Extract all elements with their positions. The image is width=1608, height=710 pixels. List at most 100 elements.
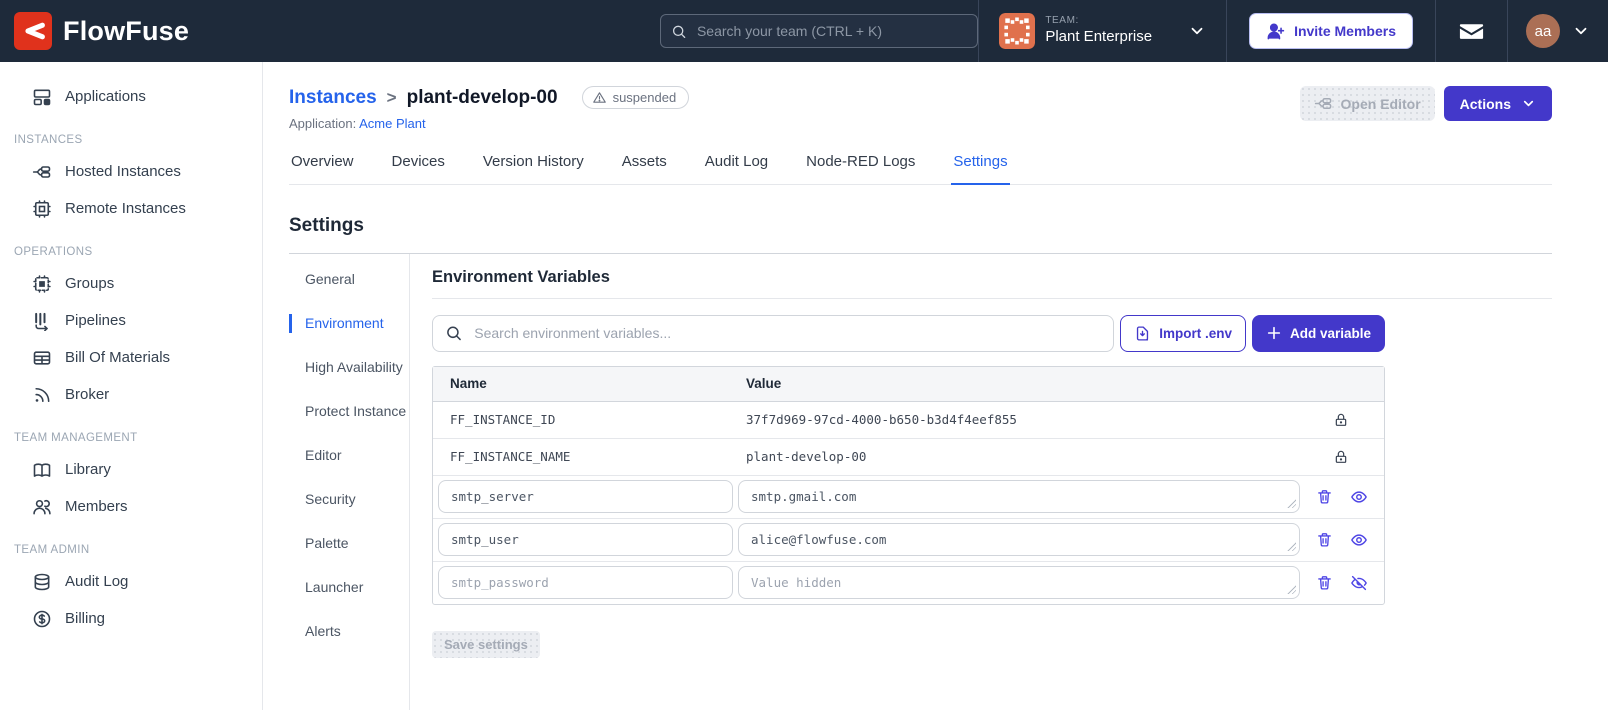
- env-var-value-input[interactable]: [738, 523, 1300, 556]
- eye-icon: [1351, 490, 1368, 503]
- locked-indicator: [1298, 412, 1384, 428]
- settings-body: General Environment High Availability Pr…: [289, 253, 1552, 710]
- actions-button[interactable]: Actions: [1443, 86, 1552, 121]
- open-editor-button[interactable]: Open Editor: [1299, 86, 1435, 121]
- breadcrumb: Instances > plant-develop-00 suspended: [289, 86, 690, 109]
- team-avatar: [999, 13, 1036, 49]
- audit-log-icon: [34, 573, 50, 590]
- invite-members-button[interactable]: Invite Members: [1249, 13, 1413, 49]
- env-var-name-input[interactable]: [438, 480, 733, 513]
- sidebar-item-hosted-instances[interactable]: Hosted Instances: [0, 153, 262, 190]
- env-var-value: plant-develop-00: [746, 449, 867, 464]
- page-head: Instances > plant-develop-00 suspended A…: [289, 86, 1552, 131]
- env-var-value-input[interactable]: [738, 480, 1300, 513]
- sidebar-section-header: INSTANCES: [14, 134, 83, 146]
- settings-nav-alerts[interactable]: Alerts: [289, 622, 409, 641]
- open-editor-icon: [1314, 97, 1331, 110]
- user-menu[interactable]: aa: [1508, 0, 1608, 62]
- sidebar-item-library[interactable]: Library: [0, 451, 262, 488]
- save-settings-button[interactable]: Save settings: [432, 630, 540, 658]
- sidebar-item-audit-log[interactable]: Audit Log: [0, 563, 262, 600]
- team-name: Plant Enterprise: [1045, 27, 1153, 45]
- tab-node-red-logs[interactable]: Node-RED Logs: [804, 153, 917, 184]
- env-variables-table: Name Value FF_INSTANCE_ID 37f7d969-97cd-…: [432, 365, 1385, 605]
- broker-icon: [35, 387, 50, 402]
- breadcrumb-separator: >: [386, 87, 397, 107]
- invite-section: Invite Members: [1227, 0, 1435, 62]
- sidebar-item-bill-of-materials[interactable]: Bill Of Materials: [0, 339, 262, 376]
- import-env-button[interactable]: Import .env: [1120, 314, 1246, 352]
- env-var-value-field: [738, 566, 1300, 599]
- sidebar-item-label: Pipelines: [65, 312, 126, 329]
- tab-overview[interactable]: Overview: [289, 153, 356, 184]
- navbar-right: TEAM: Plant Enterprise Invite Members aa: [978, 0, 1608, 62]
- sidebar-item-remote-instances[interactable]: Remote Instances: [0, 190, 262, 227]
- tab-devices[interactable]: Devices: [390, 153, 447, 184]
- team-search: [660, 14, 979, 48]
- environment-variables-zone: Import .env Add variable Name Value: [432, 314, 1385, 658]
- tab-assets[interactable]: Assets: [620, 153, 669, 184]
- sidebar-item-label: Hosted Instances: [65, 163, 181, 180]
- column-header-name: Name: [450, 376, 487, 391]
- sidebar-item-members[interactable]: Members: [0, 488, 262, 525]
- status-badge: suspended: [581, 86, 690, 109]
- breadcrumb-block: Instances > plant-develop-00 suspended A…: [289, 86, 690, 131]
- env-var-name-input[interactable]: [438, 523, 733, 556]
- tab-audit-log[interactable]: Audit Log: [703, 153, 770, 184]
- home-link[interactable]: FlowFuse: [0, 12, 189, 50]
- env-var-value-input[interactable]: [738, 566, 1300, 599]
- notifications-button[interactable]: [1436, 0, 1507, 62]
- env-var-row: [433, 476, 1384, 519]
- lock-icon: [1335, 450, 1347, 463]
- team-search-input[interactable]: [694, 22, 968, 40]
- sidebar-item-groups[interactable]: Groups: [0, 265, 262, 302]
- breadcrumb-instances-link[interactable]: Instances: [289, 87, 377, 109]
- sidebar-item-pipelines[interactable]: Pipelines: [0, 302, 262, 339]
- delete-variable-button[interactable]: [1314, 486, 1335, 507]
- chevron-down-icon: [1188, 22, 1206, 40]
- delete-variable-button[interactable]: [1314, 572, 1335, 593]
- settings-nav-protect-instance[interactable]: Protect Instance: [289, 402, 409, 421]
- team-switcher[interactable]: TEAM: Plant Enterprise: [979, 0, 1226, 62]
- bill-of-materials-icon: [33, 350, 51, 365]
- chevron-down-icon: [1523, 100, 1534, 107]
- toggle-visibility-button[interactable]: [1348, 486, 1370, 508]
- environment-panel: Environment Variables Import .env: [410, 254, 1552, 710]
- user-plus-icon: [1267, 23, 1285, 39]
- toggle-visibility-button[interactable]: [1348, 529, 1370, 551]
- sidebar-item-label: Billing: [65, 610, 106, 627]
- search-icon: [673, 25, 686, 38]
- trash-icon: [1317, 576, 1331, 590]
- settings-nav-general[interactable]: General: [289, 270, 409, 289]
- settings-title: Settings: [289, 214, 364, 236]
- tab-settings[interactable]: Settings: [951, 153, 1010, 185]
- sidebar-item-label: Groups: [65, 275, 115, 292]
- settings-nav-launcher[interactable]: Launcher: [289, 578, 409, 597]
- sidebar-item-billing[interactable]: Billing: [0, 600, 262, 637]
- locked-indicator: [1298, 449, 1384, 465]
- sidebar-item-applications[interactable]: Applications: [0, 78, 262, 115]
- instance-tabs: Overview Devices Version History Assets …: [289, 153, 1552, 185]
- env-var-name-input[interactable]: [438, 566, 733, 599]
- add-variable-button[interactable]: Add variable: [1251, 314, 1385, 352]
- settings-nav-environment[interactable]: Environment: [289, 313, 409, 333]
- hosted-instances-icon: [32, 165, 51, 178]
- toggle-visibility-button[interactable]: [1348, 572, 1370, 594]
- sidebar-item-label: Audit Log: [65, 573, 129, 590]
- members-icon: [33, 499, 51, 514]
- settings-nav-security[interactable]: Security: [289, 490, 409, 509]
- application-link[interactable]: Acme Plant: [359, 116, 425, 131]
- invite-members-label: Invite Members: [1294, 23, 1396, 39]
- env-search-input[interactable]: [472, 324, 1102, 342]
- settings-nav-high-availability[interactable]: High Availability: [289, 358, 409, 377]
- delete-variable-button[interactable]: [1314, 529, 1335, 550]
- settings-nav-palette[interactable]: Palette: [289, 534, 409, 553]
- tab-version-history[interactable]: Version History: [481, 153, 586, 184]
- settings-nav-editor[interactable]: Editor: [289, 446, 409, 465]
- groups-icon: [33, 274, 51, 293]
- sidebar-item-label: Members: [65, 498, 128, 515]
- sidebar-item-label: Bill Of Materials: [65, 349, 171, 366]
- row-actions: [1300, 529, 1384, 551]
- sidebar-item-label: Remote Instances: [65, 200, 186, 217]
- sidebar-item-broker[interactable]: Broker: [0, 376, 262, 413]
